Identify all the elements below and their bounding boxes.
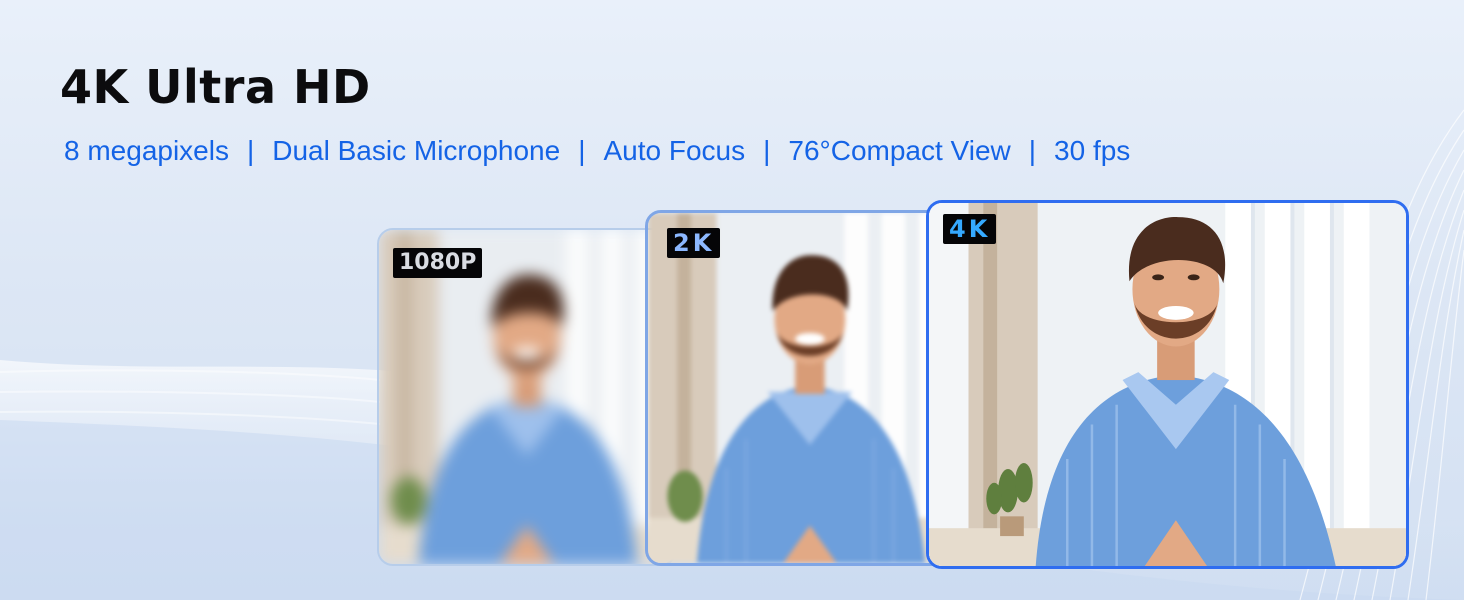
- feature-framerate: 30 fps: [1054, 135, 1131, 166]
- resolution-badge-1080p: 1080P: [393, 248, 483, 278]
- person-photo-icon: [648, 213, 962, 563]
- feature-microphone: Dual Basic Microphone: [272, 135, 561, 166]
- resolution-card-1080p: 1080P: [377, 228, 677, 566]
- person-photo-icon: [929, 203, 1406, 566]
- resolution-card-2k: 2K: [645, 210, 965, 566]
- feature-separator: |: [763, 135, 771, 166]
- feature-autofocus: Auto Focus: [603, 135, 746, 166]
- person-photo-2k: [648, 213, 962, 563]
- person-photo-4k: [929, 203, 1406, 566]
- resolution-badge-4k: 4K: [943, 214, 997, 244]
- feature-separator: |: [578, 135, 586, 166]
- feature-list: 8 megapixels | Dual Basic Microphone | A…: [64, 133, 1130, 169]
- person-photo-1080p: [379, 230, 675, 564]
- resolution-card-4k: 4K: [926, 200, 1409, 569]
- person-photo-icon: [379, 230, 675, 564]
- feature-view-angle: 76°Compact View: [788, 135, 1011, 166]
- page-title: 4K Ultra HD: [60, 60, 371, 114]
- resolution-badge-2k: 2K: [667, 228, 721, 258]
- feature-megapixels: 8 megapixels: [64, 135, 229, 166]
- feature-separator: |: [246, 135, 255, 166]
- feature-separator: |: [1028, 135, 1037, 166]
